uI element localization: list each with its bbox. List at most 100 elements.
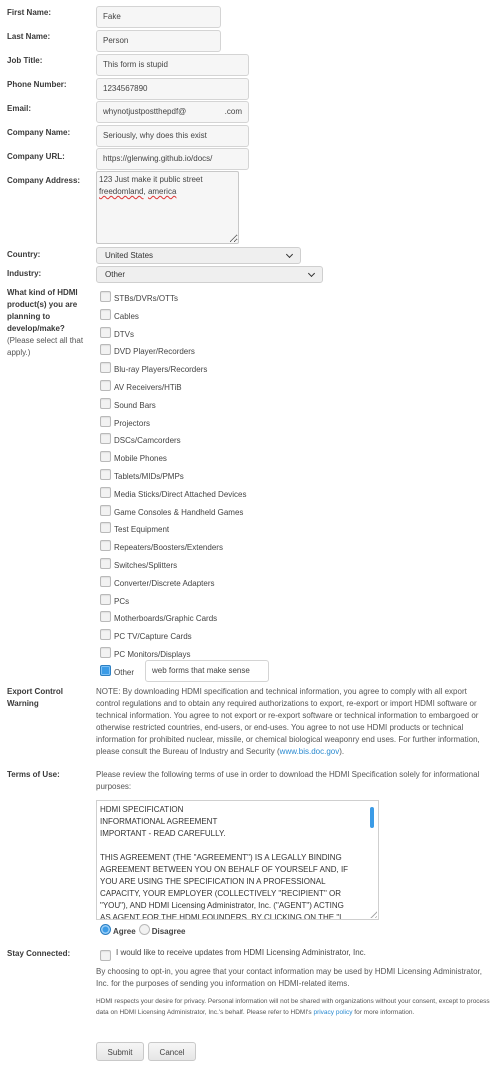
export-label-line: Export Control [7, 687, 63, 696]
email-input[interactable]: whynotjustpostthepdf@ .com [96, 101, 249, 123]
privacy-text: HDMI respects your desire for privacy. P… [96, 997, 492, 1018]
cancel-button[interactable]: Cancel [148, 1042, 196, 1061]
disagree-radio[interactable] [138, 924, 150, 935]
chevron-down-icon [307, 269, 316, 278]
product-checkbox[interactable] [100, 504, 111, 516]
export-control-label: Export Control Warning [7, 686, 63, 710]
product-checkbox[interactable] [100, 344, 111, 356]
product-checkbox[interactable] [100, 593, 111, 605]
terms-line: INFORMATIONAL AGREEMENT [100, 817, 218, 826]
product-option[interactable]: Test Equipment [100, 519, 169, 534]
first-name-label: First Name: [7, 8, 52, 17]
company-address-textarea[interactable] [96, 171, 239, 244]
product-option[interactable]: PC Monitors/Displays [100, 644, 190, 659]
company-url-input[interactable]: https://glenwing.github.io/docs/ [96, 148, 249, 170]
product-option[interactable]: PC TV/Capture Cards [100, 626, 192, 642]
first-name-input[interactable]: Fake [96, 6, 221, 28]
product-option[interactable]: DSCs/Camcorders [100, 430, 181, 445]
product-option-label: PC TV/Capture Cards [114, 632, 192, 642]
product-checkbox[interactable] [100, 397, 111, 409]
product-option[interactable]: Game Consoles & Handheld Games [100, 502, 244, 517]
company-url-label: Company URL: [7, 152, 65, 161]
last-name-input[interactable]: Person [96, 30, 221, 52]
export-text: NOTE: By downloading HDMI specification … [96, 687, 480, 756]
product-option[interactable]: Repeaters/Boosters/Extenders [100, 537, 223, 553]
submit-button[interactable]: Submit [96, 1042, 144, 1061]
product-checkbox[interactable] [100, 575, 111, 587]
terms-line: AS AGENT FOR THE HDMI FOUNDERS. BY CLICK… [100, 913, 342, 920]
product-option[interactable]: Cables [100, 306, 139, 321]
product-option[interactable]: AV Receivers/HTiB [100, 377, 182, 392]
product-checkbox[interactable] [100, 486, 111, 498]
terms-line: THIS AGREEMENT (THE "AGREEMENT") IS A LE… [100, 853, 342, 862]
industry-value: Other [105, 270, 126, 279]
terms-content: HDMI SPECIFICATION INFORMATIONAL AGREEMEN… [100, 804, 360, 920]
product-checkbox[interactable] [100, 611, 111, 623]
product-checkbox[interactable] [100, 522, 111, 534]
product-checkbox[interactable] [100, 415, 111, 427]
industry-label: Industry: [7, 269, 42, 278]
terms-line [100, 840, 360, 852]
product-option-label: AV Receivers/HTiB [114, 383, 182, 392]
company-address-label: Company Address: [7, 176, 81, 185]
product-option[interactable]: STBs/DVRs/OTTs [100, 288, 178, 303]
product-option[interactable]: Projectors [100, 413, 150, 428]
terms-textarea[interactable]: HDMI SPECIFICATION INFORMATIONAL AGREEMEN… [96, 800, 379, 920]
product-option[interactable]: Mobile Phones [100, 448, 167, 463]
products-label-line: planning to [7, 312, 51, 321]
product-option[interactable]: Sound Bars [100, 395, 156, 410]
product-checkbox[interactable] [100, 433, 111, 445]
product-checkbox[interactable] [100, 469, 111, 480]
product-option[interactable]: DTVs [100, 324, 134, 339]
product-checkbox[interactable] [100, 362, 111, 374]
country-label: Country: [7, 250, 41, 259]
resize-grip-icon[interactable] [368, 909, 377, 918]
product-checkbox[interactable] [100, 558, 111, 569]
product-option[interactable]: Media Sticks/Direct Attached Devices [100, 484, 247, 499]
product-option-label: Tablets/MIDs/PMPs [114, 472, 184, 481]
product-option-label: Other [114, 667, 135, 677]
phone-input[interactable]: 1234567890 [96, 78, 249, 100]
product-option[interactable]: Blu-ray Players/Recorders [100, 359, 207, 374]
products-label-line: What kind of HDMI [7, 288, 78, 297]
updates-checkbox-row[interactable]: I would like to receive updates from HDM… [100, 947, 366, 961]
terms-line: AGREEMENT BETWEEN YOU ON BEHALF OF YOURS… [100, 865, 349, 874]
product-checkbox[interactable] [100, 308, 111, 320]
product-option-label: Game Consoles & Handheld Games [114, 507, 244, 517]
product-checkbox[interactable] [100, 291, 111, 302]
stay-connected-label: Stay Connected: [7, 949, 71, 958]
updates-checkbox[interactable] [100, 950, 111, 961]
agree-radio[interactable] [100, 924, 111, 935]
scrollbar-thumb[interactable] [370, 807, 374, 828]
product-checkbox[interactable] [100, 326, 111, 338]
product-option[interactable]: PCs [100, 591, 129, 606]
product-checkbox[interactable] [100, 647, 111, 658]
other-product-input[interactable]: web forms that make sense [145, 660, 269, 682]
products-label: What kind of HDMI product(s) you are pla… [7, 287, 83, 359]
product-option-label: Repeaters/Boosters/Extenders [114, 543, 223, 553]
product-option-label: DVD Player/Recorders [114, 347, 195, 357]
optin-text: By choosing to opt-in, you agree that yo… [96, 967, 482, 988]
product-option[interactable]: DVD Player/Recorders [100, 341, 195, 357]
product-option-label: DTVs [114, 329, 134, 339]
product-checkbox[interactable] [100, 664, 111, 676]
product-option[interactable]: Other [100, 662, 135, 677]
product-option[interactable]: Converter/Discrete Adapters [100, 573, 215, 588]
bis-link[interactable]: www.bis.doc.gov [280, 747, 340, 756]
email-local-part: whynotjustpostthepdf@ [103, 107, 187, 116]
product-checkbox[interactable] [100, 540, 111, 552]
product-checkbox[interactable] [100, 380, 111, 391]
product-option[interactable]: Tablets/MIDs/PMPs [100, 466, 184, 481]
privacy-policy-link[interactable]: privacy policy [313, 1009, 352, 1016]
product-option[interactable]: Switches/Splitters [100, 555, 177, 570]
company-name-input[interactable]: Seriously, why does this exist [96, 125, 249, 147]
terms-line: IMPORTANT - READ CAREFULLY. [100, 829, 226, 838]
industry-select[interactable]: Other [96, 266, 323, 283]
job-title-label: Job Title: [7, 56, 43, 65]
job-title-input[interactable]: This form is stupid [96, 54, 249, 76]
product-option[interactable]: Motherboards/Graphic Cards [100, 608, 217, 623]
country-select[interactable]: United States [96, 247, 301, 264]
product-checkbox[interactable] [100, 451, 111, 463]
product-checkbox[interactable] [100, 629, 111, 641]
products-label-line: product(s) you are [7, 300, 78, 309]
